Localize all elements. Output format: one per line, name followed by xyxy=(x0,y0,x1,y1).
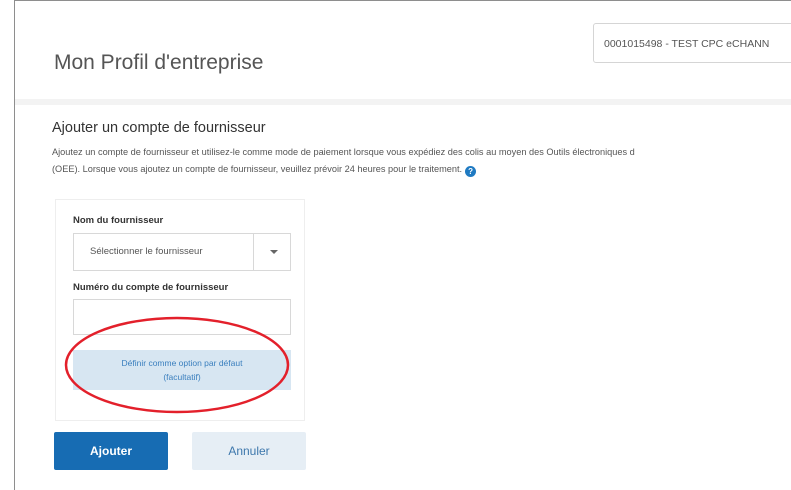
supplier-name-label: Nom du fournisseur xyxy=(73,215,164,226)
supplier-select-value: Sélectionner le fournisseur xyxy=(90,246,203,257)
supplier-form-card: Nom du fournisseur Sélectionner le fourn… xyxy=(55,199,305,421)
page-title: Mon Profil d'entreprise xyxy=(54,51,264,74)
description-line-1: Ajoutez un compte de fournisseur et util… xyxy=(52,147,635,157)
chevron-down-icon[interactable] xyxy=(270,250,278,254)
section-divider xyxy=(15,99,791,105)
add-button[interactable]: Ajouter xyxy=(54,432,168,470)
app-frame: 0001015498 - TEST CPC eCHANN Mon Profil … xyxy=(14,0,791,490)
description-line-2: (OEE). Lorsque vous ajoutez un compte de… xyxy=(52,164,463,174)
cancel-button[interactable]: Annuler xyxy=(192,432,306,470)
set-default-option-button[interactable]: Définir comme option par défaut (faculta… xyxy=(73,350,291,390)
supplier-select[interactable]: Sélectionner le fournisseur xyxy=(73,233,291,271)
default-option-label: Définir comme option par défaut xyxy=(121,358,243,368)
question-circle-icon[interactable]: ? xyxy=(465,166,477,177)
account-selector[interactable]: 0001015498 - TEST CPC eCHANN xyxy=(593,23,791,63)
default-option-optional-note: (facultatif) xyxy=(163,372,201,382)
select-separator xyxy=(253,234,254,270)
account-number-input[interactable] xyxy=(73,299,291,335)
section-title: Ajouter un compte de fournisseur xyxy=(52,120,266,136)
account-number-label: Numéro du compte de fournisseur xyxy=(73,282,229,293)
section-description: Ajoutez un compte de fournisseur et util… xyxy=(52,144,791,178)
